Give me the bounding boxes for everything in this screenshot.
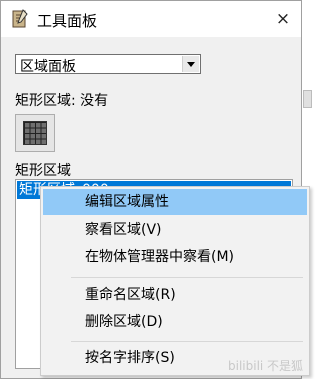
menu-item-view-in-object-manager[interactable]: 在物体管理器中察看(M) [43, 244, 307, 270]
menu-item-rename-region[interactable]: 重命名区域(R) [43, 282, 307, 308]
menu-separator [71, 341, 303, 342]
region-dropdown[interactable]: 区域面板 [15, 54, 201, 75]
rect-region-status: 矩形区域: 没有 [15, 93, 109, 109]
close-button[interactable]: × [273, 9, 293, 29]
app-icon [12, 9, 28, 28]
chevron-down-icon[interactable] [182, 56, 199, 72]
menu-separator [71, 277, 303, 278]
rect-region-tool-button[interactable] [15, 114, 55, 152]
menu-item-view-region[interactable]: 察看区域(V) [43, 217, 307, 243]
region-dropdown-value: 区域面板 [20, 59, 76, 75]
context-menu: 编辑区域属性 察看区域(V) 在物体管理器中察看(M) 重命名区域(R) 删除区… [40, 186, 310, 376]
watermark: bilibili 不是狐 [228, 359, 304, 373]
grid-icon [23, 121, 47, 145]
menu-item-delete-region[interactable]: 删除区域(D) [43, 309, 307, 335]
title-bar: 工具面板 × [1, 1, 301, 37]
scrollbar-thumb[interactable] [303, 90, 312, 108]
region-list-label: 矩形区域 [15, 163, 71, 179]
menu-item-edit-properties[interactable]: 编辑区域属性 [43, 189, 307, 215]
window-title: 工具面板 [37, 12, 98, 30]
